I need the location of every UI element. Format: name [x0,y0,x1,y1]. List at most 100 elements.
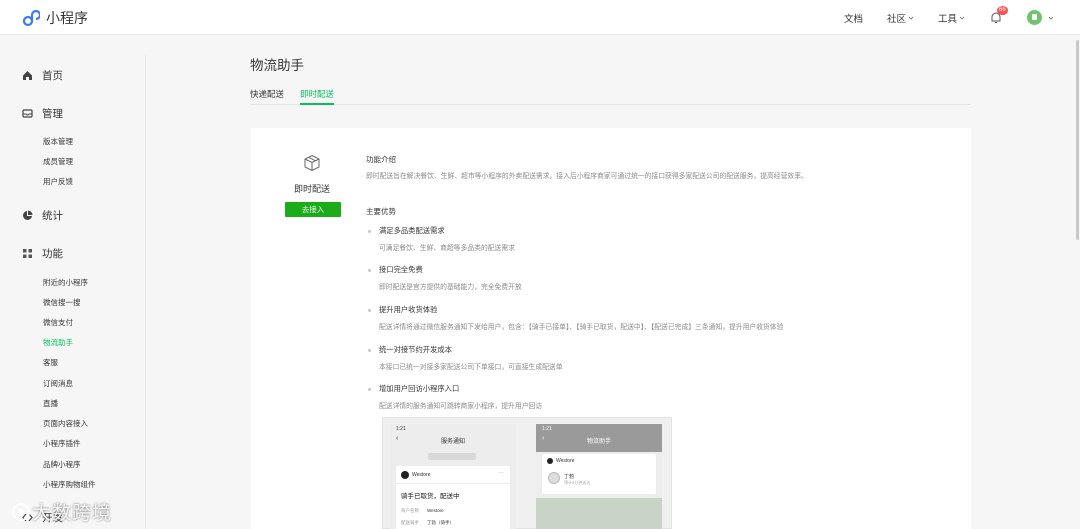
advantage-desc: 可满足餐饮、生鲜、商超等多品类的配送需求 [379,245,515,252]
access-button[interactable]: 去接入 [285,202,341,217]
advantage-title: 增加用户回访小程序入口 [379,384,460,393]
chevron-down-icon[interactable] [1048,15,1054,21]
sidebar-divider [145,55,146,529]
top-nav: 文档 社区 工具 66 [820,5,1054,25]
intro-title: 功能介绍 [366,155,396,164]
advantage-desc: 配送详情的服务通知可跳转商家小程序，提升用户回访 [379,403,543,410]
advantage-title: 统一对接节约开发成本 [379,345,452,354]
notification-badge: 66 [997,5,1008,15]
delivery-status: 骑手已取货，配送中 [401,493,460,500]
advantage-title: 接口完全免费 [379,265,423,274]
advantage-title: 满足多品类配送需求 [379,226,445,235]
kv-key: 商户名称 [401,508,419,513]
sidebar-section-stats[interactable]: 统计 [22,208,63,223]
kv-value: 丁勃（骑手） [427,520,454,525]
rider-card: Westore 丁勃 预计5分钟送达 [542,454,656,494]
notification-card: Westore ··· 骑手已取货，配送中 商户名称 Westore 配送骑手 丁勃… [396,466,510,529]
phone-time: 1:21 [542,426,552,432]
scrollbar-thumb[interactable] [1076,40,1079,240]
phone-title: 服务通知 [440,439,465,445]
brand-name: Westore [412,472,431,478]
bullet-dot [368,388,371,391]
sidebar-item-brand[interactable]: 品牌小程序 [43,459,81,470]
sidebar-item-plugin[interactable]: 小程序插件 [43,438,81,449]
grid-icon [23,249,32,258]
bullet-dot [368,309,371,312]
phone-preview-notification: 1:21 ‹ 服务通知 Westore ··· 骑手已取货，配送中 商户名称 We… [390,424,516,529]
kv-row: 配送骑手 丁勃（骑手） [401,520,454,526]
sidebar-item-logistics[interactable]: 物流助手 [43,337,73,348]
rider-eta: 预计5分钟送达 [564,480,591,485]
brand-logo [547,458,553,464]
avatar[interactable] [1027,10,1042,25]
bullet-dot [368,269,371,272]
sidebar-item-subscribe[interactable]: 订阅消息 [43,378,73,389]
tools-menu[interactable]: 工具 [938,11,965,25]
chevron-down-icon [959,16,965,20]
docs-link[interactable]: 文档 [844,11,863,25]
kv-row: 商户名称 Westore [401,508,444,514]
app-title: 小程序 [46,10,88,26]
preview-screenshots: 1:21 ‹ 服务通知 Westore ··· 骑手已取货，配送中 商户名称 We… [382,417,672,529]
sidebar-section-features[interactable]: 功能 [22,246,63,261]
notification-bell[interactable]: 66 [989,5,1008,25]
advantage-desc: 配送详情将通过微信服务通知下发给用户，包含：【骑手已接单】、【骑手已取货，配送中… [379,324,784,331]
sidebar-item-search[interactable]: 微信搜一搜 [43,297,81,308]
pie-chart-icon [23,210,33,220]
phone-time: 1:21 [396,426,406,432]
rider-avatar [548,472,560,484]
kv-value: Westore [427,508,444,513]
sidebar-label: 功能 [42,248,63,260]
watermark-text: 大数跨境 [32,503,113,524]
map-view [536,498,662,529]
phone-timestamp-pill [428,453,476,460]
advantage-title: 提升用户收货体验 [379,305,438,314]
chevron-down-icon [908,16,914,20]
sidebar-label: 管理 [42,108,63,120]
sidebar-item-nearby[interactable]: 附近的小程序 [43,277,88,288]
advantage-desc: 即时配送是官方提供的基础能力，完全免费开放 [379,284,522,291]
divider [396,483,510,484]
bullet-dot [368,230,371,233]
tab-instant[interactable]: 即时配送 [300,88,335,105]
tab-express[interactable]: 快递配送 [250,88,284,105]
sidebar-label: 统计 [42,210,63,222]
sidebar-item-members[interactable]: 成员管理 [43,156,73,167]
bullet-dot [368,349,371,352]
kv-key: 配送骑手 [401,520,419,525]
brand-logo [401,471,409,479]
sidebar-item-content[interactable]: 页面内容接入 [43,418,88,429]
tab-bar: 快递配送 即时配送 [250,88,971,105]
advantage-desc: 本接口已统一对接多家配送公司下单接口，可直接生成配送单 [379,364,563,371]
tools-label: 工具 [937,13,957,25]
advantages-title: 主要优势 [366,207,396,216]
sidebar-item-home[interactable]: 首页 [22,68,63,83]
intro-text: 即时配送旨在解决餐饮、生鲜、超市等小程序的外卖配送需求。接入后小程序商家可通过统… [366,173,808,180]
phone-preview-logistics: 1:21 ‹ 物流助手 Westore 丁勃 预计5分钟送达 [536,424,662,529]
top-bar: 小程序 文档 社区 工具 66 [0,0,1080,35]
watermark-logo-icon [12,502,30,521]
community-menu[interactable]: 社区 [887,11,914,25]
sidebar-item-version[interactable]: 版本管理 [43,136,73,147]
feature-name: 即时配送 [293,184,330,194]
inbox-icon [22,109,33,118]
phone-title: 物流助手 [586,439,611,445]
app-logo[interactable]: 小程序 [22,8,88,28]
home-icon [23,71,32,80]
page-title: 物流助手 [250,58,304,73]
sidebar-item-pay[interactable]: 微信支付 [43,317,73,328]
sidebar-section-manage[interactable]: 管理 [22,106,63,121]
sidebar-item-service[interactable]: 客服 [43,357,58,368]
sidebar-item-shopping[interactable]: 小程序购物组件 [43,479,96,490]
community-label: 社区 [886,13,906,25]
sidebar-item-live[interactable]: 直播 [43,398,58,409]
sidebar-label: 首页 [42,70,63,82]
watermark: 大数跨境 [10,498,112,525]
rider-name: 丁勃 [564,474,575,480]
feature-card: 即时配送 去接入 功能介绍 即时配送旨在解决餐饮、生鲜、超市等小程序的外卖配送需… [251,128,971,529]
brand-name: Westore [556,458,575,464]
mini-program-logo-icon [22,9,40,27]
package-icon [304,154,320,172]
more-icon: ··· [498,470,504,476]
sidebar-item-feedback[interactable]: 用户反馈 [43,176,73,187]
